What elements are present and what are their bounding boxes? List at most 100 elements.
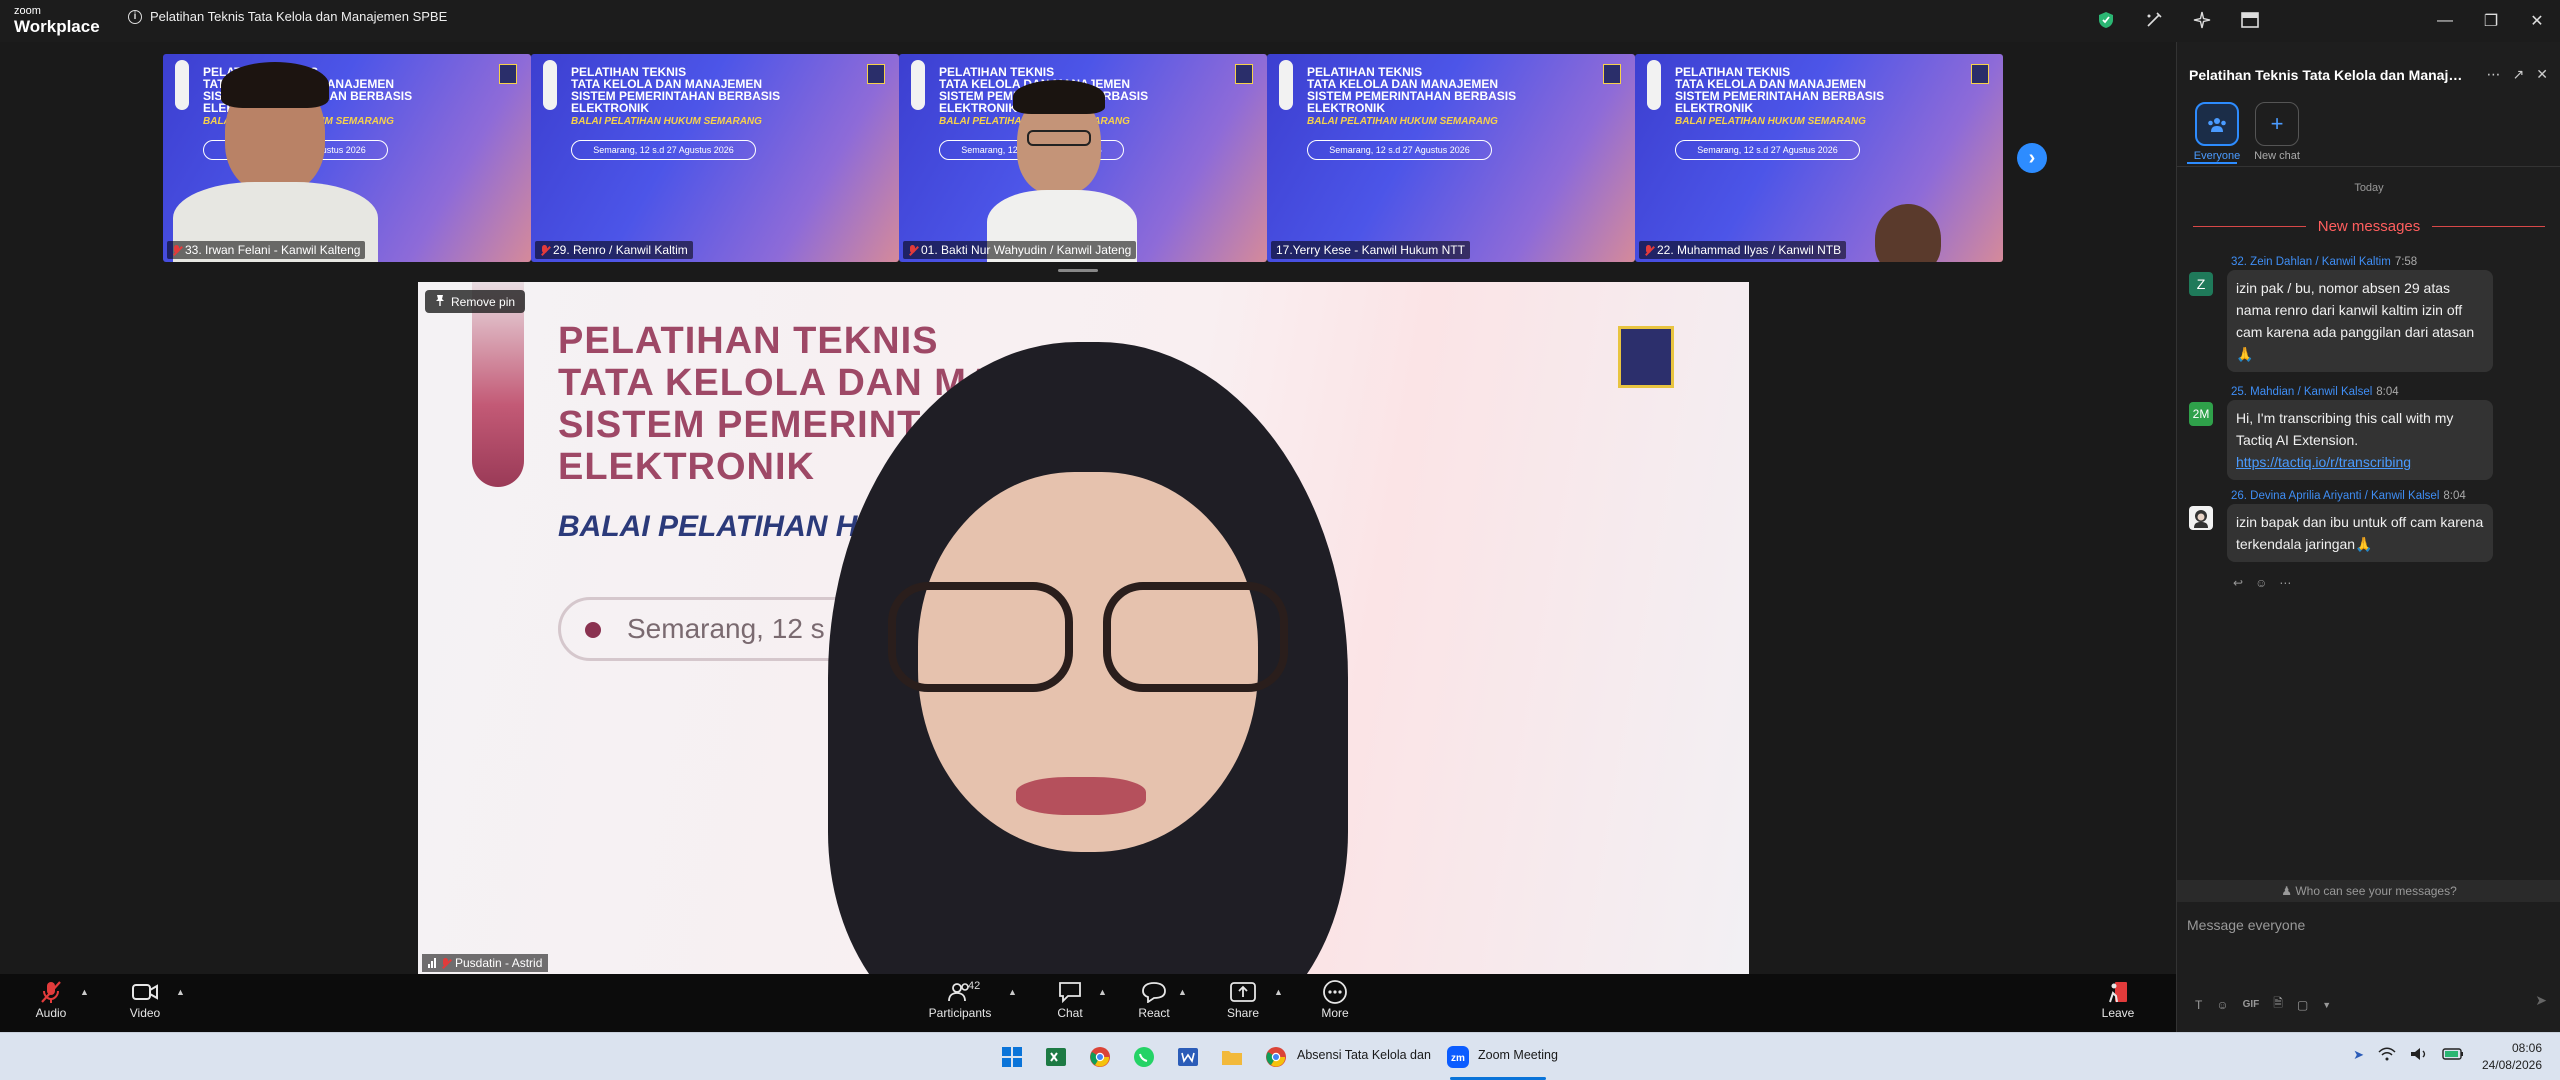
react-heart-bubble-icon: [1141, 978, 1167, 1006]
window-controls: — ❐ ✕: [2422, 0, 2560, 42]
participant-tile[interactable]: PELATIHAN TEKNIS TATA KELOLA DAN MANAJEM…: [531, 54, 899, 262]
chat-bubble-icon: [1058, 978, 1082, 1006]
ministry-crest-icon: [1235, 64, 1253, 84]
reply-icon[interactable]: ↩: [2233, 576, 2243, 590]
svg-text:zm: zm: [1451, 1053, 1465, 1064]
share-options-chevron-up-icon[interactable]: ▲: [1274, 987, 1283, 997]
avatar: [2189, 506, 2213, 530]
minimize-icon[interactable]: —: [2422, 0, 2468, 42]
restore-icon[interactable]: ❐: [2468, 0, 2514, 42]
slide-subtitle: BALAI PELATIHAN HUKUM SEMARANG: [1307, 116, 1498, 127]
avatar: 2M: [2189, 402, 2213, 426]
chrome-window-title[interactable]: Absensi Tata Kelola dan: [1297, 1048, 1431, 1062]
ministry-crest-icon: [867, 64, 885, 84]
chevron-down-icon[interactable]: ▼: [2322, 1000, 2331, 1010]
encryption-shield-icon[interactable]: [2096, 10, 2116, 30]
gif-button[interactable]: GIF: [2243, 999, 2260, 1010]
chat-button[interactable]: Chat: [1035, 978, 1105, 1020]
divider: [2432, 226, 2546, 227]
mic-muted-icon: [441, 957, 450, 969]
participant-tile[interactable]: PELATIHAN TEKNIS TATA KELOLA DAN MANAJEM…: [163, 54, 531, 262]
volume-icon[interactable]: [2410, 1047, 2428, 1066]
clock-time: 08:06: [2511, 1041, 2542, 1055]
remove-pin-button[interactable]: Remove pin: [425, 290, 526, 313]
message-input[interactable]: [2187, 912, 2547, 938]
view-layout-icon[interactable]: [2240, 10, 2260, 30]
channel-new-chat[interactable]: + New chat: [2247, 102, 2307, 162]
share-button[interactable]: Share: [1208, 978, 1278, 1020]
system-clock[interactable]: 08:06 24/08/2026: [2482, 1040, 2542, 1074]
avatar: Z: [2189, 272, 2213, 296]
more-options-icon[interactable]: ⋯: [2487, 66, 2501, 83]
annotate-tools-icon[interactable]: [2144, 10, 2164, 30]
audio-options-chevron-up-icon[interactable]: ▲: [80, 987, 89, 997]
more-button[interactable]: More: [1300, 978, 1370, 1020]
word-icon[interactable]: [1174, 1043, 1202, 1071]
chrome-window-icon[interactable]: [1262, 1043, 1290, 1071]
message-actions: ↩ ☺ ⋯: [2233, 576, 2291, 590]
participants-options-chevron-up-icon[interactable]: ▲: [1008, 987, 1017, 997]
add-reaction-icon[interactable]: ☺: [2255, 576, 2267, 590]
who-can-see-messages-link[interactable]: ♟ Who can see your messages?: [2177, 880, 2560, 902]
location-icon[interactable]: ➤: [2353, 1047, 2364, 1066]
pinned-video[interactable]: PELATIHAN TEKNIS TATA KELOLA DAN MANAJEM…: [418, 282, 1749, 974]
participant-tile[interactable]: PELATIHAN TEKNIS TATA KELOLA DAN MANAJEM…: [899, 54, 1267, 262]
wifi-icon[interactable]: [2378, 1047, 2396, 1066]
mic-muted-icon: [908, 244, 917, 256]
zoom-app-icon[interactable]: zm: [1444, 1043, 1472, 1071]
screenshot-icon[interactable]: ▢: [2297, 998, 2308, 1012]
gallery-next-page-button[interactable]: ›: [2017, 143, 2047, 173]
zoom-meeting-window: zoom Workplace i Pelatihan Teknis Tata K…: [0, 0, 2560, 1080]
ai-companion-sparkle-icon[interactable]: [2192, 10, 2212, 30]
message-meta: 25. Mahdian / Kanwil Kalsel 8:04: [2231, 386, 2399, 398]
participants-button[interactable]: Participants 42: [924, 978, 996, 1020]
channel-everyone[interactable]: Everyone: [2187, 102, 2247, 162]
more-options-icon[interactable]: ⋯: [2279, 576, 2291, 590]
pop-out-icon[interactable]: ↗: [2513, 66, 2525, 83]
message-bubble: izin pak / bu, nomor absen 29 atas nama …: [2227, 270, 2493, 372]
close-panel-icon[interactable]: ✕: [2536, 66, 2548, 83]
chrome-icon[interactable]: [1086, 1043, 1114, 1071]
file-explorer-icon[interactable]: [1218, 1043, 1246, 1071]
participant-hair: [221, 62, 329, 108]
message-meta: 32. Zein Dahlan / Kanwil Kaltim 7:58: [2231, 256, 2418, 268]
zoom-window-title[interactable]: Zoom Meeting: [1478, 1048, 1558, 1062]
gallery-strip: PELATIHAN TEKNIS TATA KELOLA DAN MANAJEM…: [163, 54, 2003, 262]
meeting-info[interactable]: i Pelatihan Teknis Tata Kelola dan Manaj…: [128, 9, 447, 24]
slide-date-pill: Semarang, 12 s.d 27 Agustus 2026: [1307, 140, 1492, 160]
slide-date-pill: Semarang, 12 s.d 27 Agustus 2026: [1675, 140, 1860, 160]
close-window-icon[interactable]: ✕: [2514, 0, 2560, 42]
ministry-crest-icon: [1618, 326, 1674, 388]
message-bubble: izin bapak dan ibu untuk off cam karena …: [2227, 504, 2493, 562]
react-options-chevron-up-icon[interactable]: ▲: [1178, 987, 1187, 997]
video-button[interactable]: Video: [110, 978, 180, 1020]
windows-taskbar: Absensi Tata Kelola dan zm Zoom Meeting …: [0, 1032, 2560, 1080]
excel-icon[interactable]: [1042, 1043, 1070, 1071]
file-icon[interactable]: 🗎: [2273, 994, 2283, 1015]
windows-start-icon[interactable]: [998, 1043, 1026, 1071]
emoji-icon[interactable]: ☺: [2216, 998, 2228, 1012]
chat-panel-header: Pelatihan Teknis Tata Kelola dan Manajem…: [2189, 66, 2548, 83]
transcribing-link[interactable]: https://tactiq.io/r/transcribing: [2236, 454, 2411, 470]
resize-drag-handle[interactable]: [1058, 269, 1098, 272]
slide-accent-bar: [911, 60, 925, 110]
meeting-toolbar: Audio ▲ Video ▲ Participants 42 ▲ Chat ▲: [0, 974, 2176, 1032]
everyone-group-icon: [2195, 102, 2239, 146]
video-options-chevron-up-icon[interactable]: ▲: [176, 987, 185, 997]
send-icon[interactable]: ➤: [2535, 992, 2547, 1009]
ministry-crest-icon: [499, 64, 517, 84]
participant-glasses: [1103, 582, 1288, 692]
plus-icon: +: [2255, 102, 2299, 146]
audio-button[interactable]: Audio: [16, 978, 86, 1020]
whatsapp-icon[interactable]: [1130, 1043, 1158, 1071]
title-bar-actions: [2096, 10, 2260, 30]
info-icon[interactable]: i: [128, 9, 142, 24]
chat-options-chevron-up-icon[interactable]: ▲: [1098, 987, 1107, 997]
pin-icon: [435, 294, 445, 309]
text-format-icon[interactable]: T: [2195, 998, 2202, 1012]
participant-tile[interactable]: PELATIHAN TEKNIS TATA KELOLA DAN MANAJEM…: [1635, 54, 2003, 262]
participant-tile[interactable]: PELATIHAN TEKNIS TATA KELOLA DAN MANAJEM…: [1267, 54, 1635, 262]
react-button[interactable]: React: [1119, 978, 1189, 1020]
battery-icon[interactable]: [2442, 1047, 2464, 1066]
leave-button[interactable]: Leave: [2083, 978, 2153, 1020]
